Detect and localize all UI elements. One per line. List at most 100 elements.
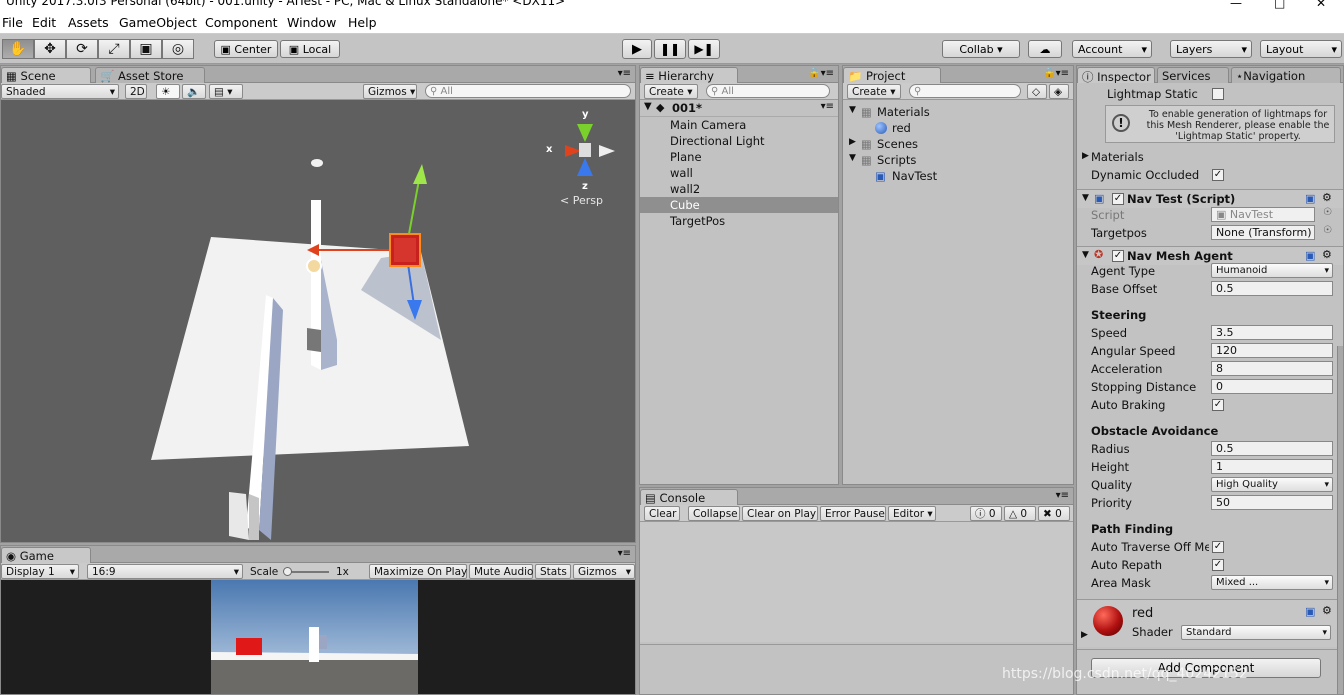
tab-inspector[interactable]: ⓘ Inspector [1077, 67, 1155, 84]
scene-viewport[interactable]: y x z < Persp [1, 100, 635, 542]
tab-hierarchy[interactable]: ≡ Hierarchy [640, 67, 738, 83]
persp-label[interactable]: < Persp [560, 194, 603, 207]
hierarchy-item[interactable]: Directional Light [640, 133, 838, 149]
shading-dropdown[interactable]: Shaded ▾ [1, 84, 119, 99]
project-folder-scenes[interactable]: ▶ ▦ Scenes [843, 136, 1073, 152]
console-clear-button[interactable]: Clear [644, 506, 680, 521]
project-folder-materials[interactable]: ▼ ▦ Materials [843, 104, 1073, 120]
navtest-enabled-checkbox[interactable]: ✓ [1112, 193, 1124, 205]
targetpos-field[interactable]: None (Transform) [1211, 225, 1315, 240]
tab-navigation[interactable]: ⋆Navigation [1231, 67, 1341, 83]
lock-icon[interactable]: 🔒▾≡ [808, 68, 834, 79]
camera-icon[interactable] [311, 159, 323, 167]
radius-field[interactable]: 0.5 [1211, 441, 1333, 456]
effects-dropdown-icon[interactable]: ▤ ▾ [209, 84, 243, 99]
project-folder-scripts[interactable]: ▼ ▦ Scripts [843, 152, 1073, 168]
tab-services[interactable]: Services [1157, 67, 1229, 83]
stopping-distance-field[interactable]: 0 [1211, 379, 1333, 394]
console-error-pause-button[interactable]: Error Pause [820, 506, 886, 521]
minimize-icon[interactable]: — [1230, 0, 1242, 10]
gear-icon[interactable]: ⚙ [1322, 604, 1332, 617]
orient-z-cone[interactable] [577, 158, 593, 176]
play-button[interactable]: ▶ [622, 39, 652, 59]
project-create-button[interactable]: Create ▾ [847, 84, 901, 99]
auto-traverse-checkbox[interactable]: ✓ [1212, 541, 1224, 553]
navtest-script-field[interactable]: ▣ NavTest [1211, 207, 1315, 222]
expand-arrow-icon[interactable]: ▶ [849, 137, 856, 147]
expand-arrow-icon[interactable]: ▶ [1082, 151, 1089, 161]
game-viewport[interactable] [1, 580, 635, 694]
step-button[interactable]: ▶❚ [688, 39, 720, 59]
hand-tool-icon[interactable]: ✋ [2, 39, 34, 59]
base-offset-field[interactable]: 0.5 [1211, 281, 1333, 296]
expand-arrow-icon[interactable]: ▼ [849, 105, 856, 115]
angular-speed-field[interactable]: 120 [1211, 343, 1333, 358]
mode-2d-button[interactable]: 2D [125, 84, 147, 99]
scale-slider-thumb[interactable] [283, 567, 292, 576]
tab-game[interactable]: ◉ Game [1, 547, 91, 563]
menu-gameobject[interactable]: GameObject [119, 15, 197, 30]
acceleration-field[interactable]: 8 [1211, 361, 1333, 376]
stats-button[interactable]: Stats [535, 564, 571, 579]
orient-center-cube[interactable] [579, 143, 591, 157]
transform-tool-icon[interactable]: ◎ [162, 39, 194, 59]
space-local-button[interactable]: ▣ Local [280, 40, 340, 58]
menu-edit[interactable]: Edit [32, 15, 56, 30]
hierarchy-item[interactable]: wall2 [640, 181, 838, 197]
console-clear-on-play-button[interactable]: Clear on Play [742, 506, 818, 521]
expand-arrow-icon[interactable]: ▼ [1082, 250, 1089, 260]
scale-tool-icon[interactable]: ⤢ [98, 39, 130, 59]
project-asset-red[interactable]: red [843, 120, 1073, 136]
gear-icon[interactable]: ⚙ [1322, 191, 1332, 204]
tab-console[interactable]: ▤ Console [640, 489, 738, 505]
expand-arrow-icon[interactable]: ▼ [1082, 193, 1089, 203]
menu-assets[interactable]: Assets [68, 15, 109, 30]
panel-menu-icon[interactable]: ▾≡ [1056, 490, 1069, 501]
console-collapse-button[interactable]: Collapse [688, 506, 740, 521]
expand-arrow-icon[interactable]: ▼ [644, 101, 652, 112]
materials-foldout[interactable]: Materials [1091, 150, 1144, 164]
hierarchy-search-input[interactable]: ⚲ All [706, 84, 830, 98]
help-book-icon[interactable]: ▣ [1305, 249, 1315, 262]
display-dropdown[interactable]: Display 1 ▾ [1, 564, 79, 579]
filter-label-icon[interactable]: ◈ [1049, 84, 1069, 99]
game-gizmos-dropdown[interactable]: Gizmos ▾ [573, 564, 635, 579]
collab-button[interactable]: Collab ▾ [942, 40, 1020, 58]
help-book-icon[interactable]: ▣ [1305, 605, 1315, 618]
maximize-icon[interactable]: □ [1274, 0, 1285, 10]
close-icon[interactable]: ✕ [1316, 0, 1326, 10]
panel-menu-icon[interactable]: ▾≡ [618, 548, 631, 559]
expand-arrow-icon[interactable]: ▶ [1081, 630, 1088, 640]
account-dropdown[interactable]: Account ▾ [1072, 40, 1152, 58]
hierarchy-item[interactable]: Plane [640, 149, 838, 165]
menu-component[interactable]: Component [205, 15, 278, 30]
area-mask-dropdown[interactable]: Mixed ... [1211, 575, 1333, 590]
hierarchy-create-button[interactable]: Create ▾ [644, 84, 698, 99]
orient-x-cone[interactable] [565, 145, 581, 157]
menu-help[interactable]: Help [348, 15, 377, 30]
hierarchy-item[interactable]: TargetPos [640, 213, 838, 229]
navtest-header[interactable]: ▼ ▣ ✓ Nav Test (Script) ▣ ⚙ [1077, 189, 1343, 208]
maximize-on-play-button[interactable]: Maximize On Play [369, 564, 467, 579]
console-error-toggle[interactable]: ✖ 0 [1038, 506, 1070, 521]
priority-field[interactable]: 50 [1211, 495, 1333, 510]
agent-type-dropdown[interactable]: Humanoid [1211, 263, 1333, 278]
console-warning-toggle[interactable]: △ 0 [1004, 506, 1036, 521]
move-tool-icon[interactable]: ✥ [34, 39, 66, 59]
audio-toggle-icon[interactable]: 🔈 [182, 84, 206, 99]
layers-dropdown[interactable]: Layers ▾ [1170, 40, 1252, 58]
agent-enabled-checkbox[interactable]: ✓ [1112, 250, 1124, 262]
object-picker-icon[interactable]: ☉ [1323, 225, 1332, 236]
speed-field[interactable]: 3.5 [1211, 325, 1333, 340]
gear-icon[interactable]: ⚙ [1322, 248, 1332, 261]
lock-icon[interactable]: 🔒▾≡ [1043, 68, 1069, 79]
quality-dropdown[interactable]: High Quality [1211, 477, 1333, 492]
orient-y-cone[interactable] [577, 124, 593, 142]
console-editor-dropdown[interactable]: Editor ▾ [888, 506, 936, 521]
auto-braking-checkbox[interactable]: ✓ [1212, 399, 1224, 411]
dynamic-occluded-checkbox[interactable]: ✓ [1212, 169, 1224, 181]
menu-window[interactable]: Window [287, 15, 336, 30]
console-divider[interactable] [640, 644, 1073, 645]
filter-type-icon[interactable]: ◇ [1027, 84, 1047, 99]
expand-arrow-icon[interactable]: ▼ [849, 153, 856, 163]
